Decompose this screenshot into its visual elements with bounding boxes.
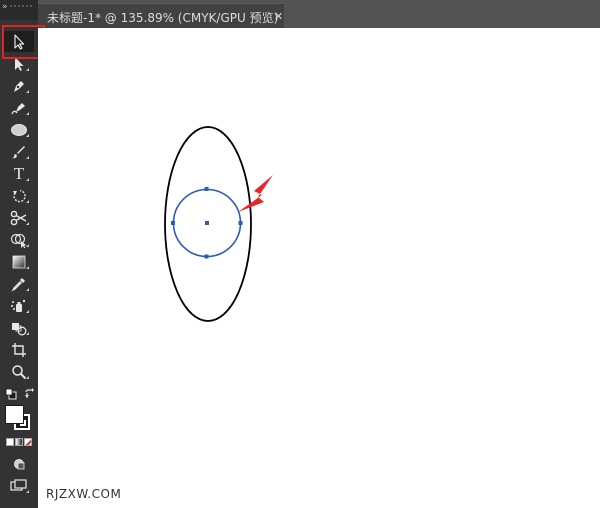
shape-builder-tool-button[interactable] bbox=[4, 229, 34, 250]
color-mode-button[interactable] bbox=[6, 438, 14, 446]
eyedropper-icon bbox=[11, 277, 25, 291]
flyout-indicator bbox=[26, 134, 29, 137]
watermark-text: RJZXW.COM bbox=[46, 487, 122, 501]
flyout-indicator bbox=[26, 332, 29, 335]
ellipse-tool-button[interactable] bbox=[4, 119, 34, 140]
tools-panel: » T bbox=[0, 0, 45, 508]
document-tab[interactable]: 未标题-1* @ 135.89% (CMYK/GPU 预览) ✕ bbox=[38, 3, 284, 29]
pen-icon bbox=[14, 80, 24, 92]
scissors-tool-button[interactable] bbox=[4, 207, 34, 228]
selected-circle[interactable] bbox=[171, 187, 243, 259]
gradient-icon bbox=[12, 255, 26, 268]
flyout-indicator bbox=[26, 288, 29, 291]
type-icon: T bbox=[13, 164, 25, 183]
flyout-indicator bbox=[26, 376, 29, 379]
draw-mode-icon bbox=[14, 458, 25, 469]
artboard-icon bbox=[12, 342, 26, 357]
gradient-tool-button[interactable] bbox=[4, 251, 34, 272]
paintbrush-tool-button[interactable] bbox=[4, 141, 34, 162]
brush-icon bbox=[12, 145, 25, 158]
flyout-indicator bbox=[26, 310, 29, 313]
eyedropper-tool-button[interactable] bbox=[4, 273, 34, 294]
curvature-tool-button[interactable] bbox=[4, 97, 34, 118]
document-tab-title: 未标题-1* @ 135.89% (CMYK/GPU 预览) bbox=[47, 11, 279, 25]
none-mode-button[interactable] bbox=[24, 438, 32, 446]
flyout-indicator bbox=[26, 200, 29, 203]
artboard-tool-button[interactable] bbox=[4, 339, 34, 360]
default-colors-icon[interactable] bbox=[5, 388, 17, 400]
red-arrow-annotation bbox=[238, 175, 273, 212]
close-tab-icon[interactable]: ✕ bbox=[274, 10, 283, 23]
flyout-indicator bbox=[26, 490, 29, 493]
color-controls bbox=[4, 387, 36, 401]
fill-stroke-swatch[interactable] bbox=[4, 404, 34, 434]
swap-colors-icon[interactable] bbox=[24, 388, 36, 400]
rotate-icon bbox=[13, 189, 26, 202]
flyout-indicator bbox=[26, 90, 29, 93]
flyout-indicator bbox=[26, 68, 29, 71]
pen-tool-button[interactable] bbox=[4, 75, 34, 96]
flyout-indicator bbox=[26, 266, 29, 269]
symbol-sprayer-tool-button[interactable] bbox=[4, 295, 34, 316]
flyout-indicator bbox=[26, 222, 29, 225]
flyout-indicator bbox=[26, 244, 29, 247]
panel-grip[interactable]: » bbox=[0, 0, 38, 20]
rotate-tool-button[interactable] bbox=[4, 185, 34, 206]
curvature-pen-icon bbox=[11, 102, 25, 114]
collapse-panel-icon[interactable]: » bbox=[2, 3, 8, 12]
fill-icon[interactable] bbox=[5, 405, 24, 424]
zoom-icon bbox=[12, 364, 27, 379]
gradient-mode-button[interactable] bbox=[15, 438, 23, 446]
screen-mode-button[interactable] bbox=[4, 475, 34, 496]
drawing-mode-button[interactable] bbox=[4, 453, 34, 474]
artboard-canvas[interactable]: RJZXW.COM bbox=[38, 28, 600, 508]
artwork bbox=[164, 126, 273, 322]
flyout-indicator bbox=[26, 178, 29, 181]
zoom-tool-button[interactable] bbox=[4, 361, 34, 382]
blend-tool-button[interactable] bbox=[4, 317, 34, 338]
color-mode-icon bbox=[6, 438, 32, 448]
grip-dots bbox=[10, 5, 32, 7]
flyout-indicator bbox=[26, 156, 29, 159]
flyout-indicator bbox=[26, 112, 29, 115]
type-tool-button[interactable]: T bbox=[4, 163, 34, 184]
document-tab-bar: 未标题-1* @ 135.89% (CMYK/GPU 预览) ✕ bbox=[38, 0, 600, 29]
